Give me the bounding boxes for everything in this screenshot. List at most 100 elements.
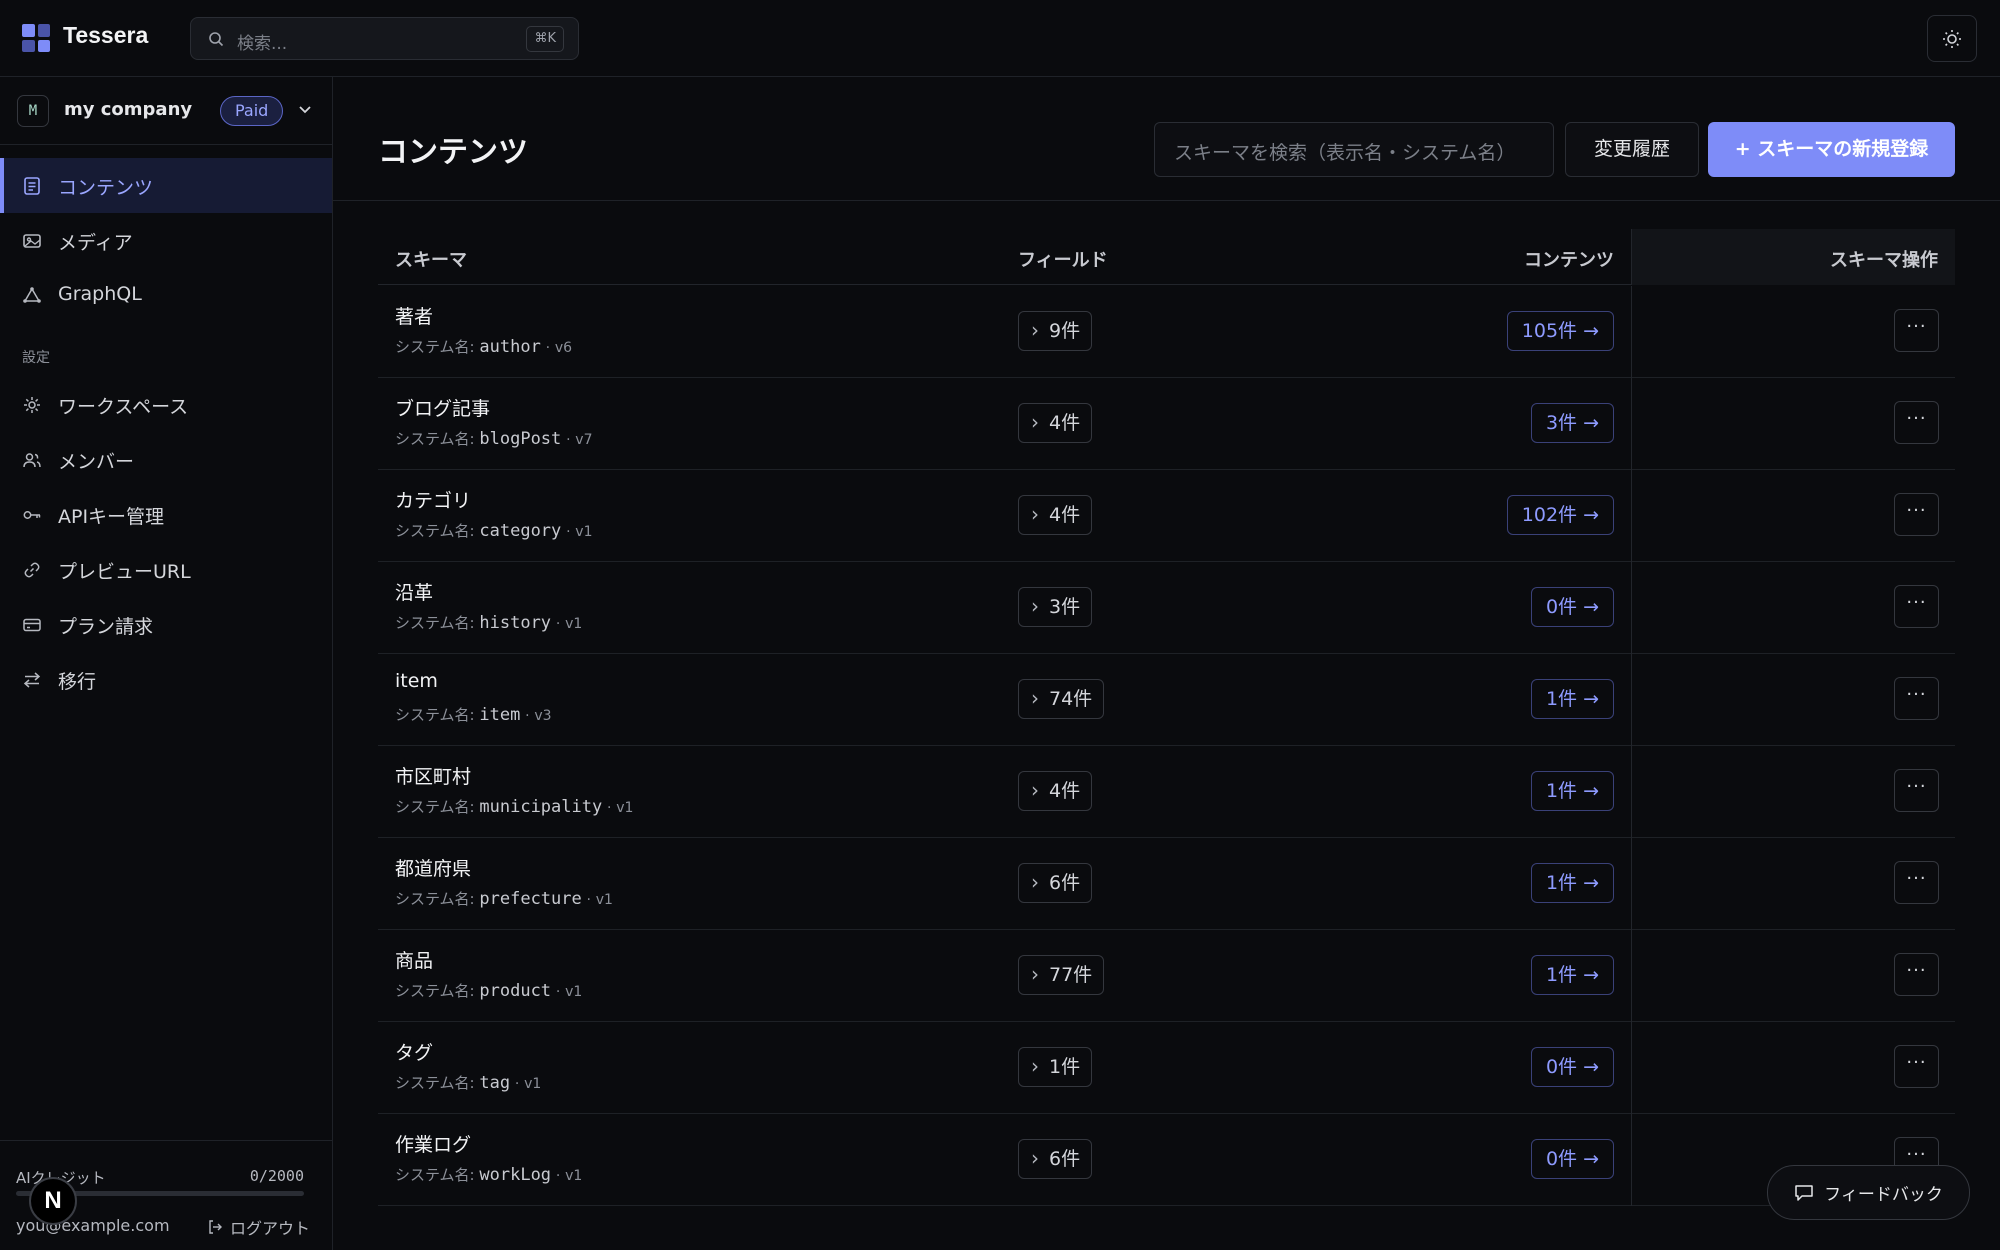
theme-toggle-button[interactable] bbox=[1927, 15, 1977, 62]
schema-version: v1 bbox=[575, 524, 593, 540]
content-count-link[interactable]: 0件 → bbox=[1530, 1047, 1614, 1087]
table-row: 商品システム名: product · v1 77件 1件 → ··· bbox=[378, 930, 1955, 1022]
version-separator: · bbox=[555, 984, 561, 1000]
content-count-link[interactable]: 3件 → bbox=[1530, 403, 1614, 443]
content-count-link[interactable]: 0件 → bbox=[1530, 1139, 1614, 1179]
schema-more-button[interactable]: ··· bbox=[1894, 493, 1939, 536]
sidebar-item-workspace[interactable]: ワークスペース bbox=[0, 377, 332, 432]
field-count-toggle[interactable]: 4件 bbox=[1018, 495, 1093, 535]
sidebar-item-migration[interactable]: 移行 bbox=[0, 652, 332, 707]
schema-system-name: システム名: tag · v1 bbox=[395, 1072, 541, 1093]
content-count-link[interactable]: 102件 → bbox=[1506, 495, 1614, 535]
field-count-toggle[interactable]: 4件 bbox=[1018, 771, 1093, 811]
schema-display-name[interactable]: 作業ログ bbox=[395, 1130, 471, 1157]
field-count-toggle[interactable]: 1件 bbox=[1018, 1047, 1093, 1087]
main-content: コンテンツ スキーマを検索（表示名・システム名） 変更履歴 + スキーマの新規登… bbox=[333, 77, 2000, 1250]
app-name[interactable]: Tessera bbox=[63, 22, 148, 49]
schema-display-name[interactable]: 都道府県 bbox=[395, 854, 471, 881]
schema-more-button[interactable]: ··· bbox=[1894, 585, 1939, 628]
ellipsis-icon: ··· bbox=[1906, 868, 1927, 889]
sidebar-item-label: コンテンツ bbox=[58, 177, 154, 199]
sidebar-item-label: メンバー bbox=[58, 451, 135, 473]
system-name-prefix: システム名: bbox=[395, 982, 475, 1000]
schema-more-button[interactable]: ··· bbox=[1894, 769, 1939, 812]
logout-button[interactable]: ログアウト bbox=[207, 1215, 310, 1239]
schema-system-name: システム名: municipality · v1 bbox=[395, 796, 633, 817]
field-count-toggle[interactable]: 4件 bbox=[1018, 403, 1093, 443]
table-row: 沿革システム名: history · v1 3件 0件 → ··· bbox=[378, 562, 1955, 654]
schema-version: v6 bbox=[554, 340, 573, 356]
field-count-toggle[interactable]: 6件 bbox=[1018, 863, 1093, 903]
schema-display-name[interactable]: item bbox=[395, 670, 438, 692]
graphql-icon bbox=[23, 287, 41, 303]
schema-system-name: システム名: product · v1 bbox=[395, 980, 582, 1001]
system-name-code: author bbox=[479, 337, 541, 357]
schema-more-button[interactable]: ··· bbox=[1894, 1045, 1939, 1088]
sidebar-item-members[interactable]: メンバー bbox=[0, 432, 332, 487]
schema-more-button[interactable]: ··· bbox=[1894, 309, 1939, 352]
sidebar-item-billing[interactable]: プラン請求 bbox=[0, 597, 332, 652]
field-count-toggle[interactable]: 3件 bbox=[1018, 587, 1093, 627]
table-row: カテゴリシステム名: category · v1 4件 102件 → ··· bbox=[378, 470, 1955, 562]
schema-version: v7 bbox=[575, 432, 593, 448]
version-separator: · bbox=[607, 800, 612, 816]
table-header: スキーマ フィールド コンテンツ スキーマ操作 bbox=[378, 229, 1955, 285]
schema-display-name[interactable]: ブログ記事 bbox=[395, 394, 490, 421]
table-row: itemシステム名: item · v374件1件 →··· bbox=[378, 654, 1955, 746]
system-name-prefix: システム名: bbox=[395, 1074, 475, 1092]
sun-icon bbox=[1943, 29, 1961, 48]
feedback-button[interactable]: フィードバック bbox=[1767, 1165, 1970, 1220]
version-separator: · bbox=[545, 340, 551, 356]
change-history-button[interactable]: 変更履歴 bbox=[1565, 122, 1699, 177]
schema-more-button[interactable]: ··· bbox=[1894, 953, 1939, 996]
schema-more-button[interactable]: ··· bbox=[1894, 401, 1939, 444]
settings-section-label: 設定 bbox=[22, 350, 50, 366]
ops-column-divider bbox=[1631, 654, 1632, 746]
field-count-toggle[interactable]: 74件 bbox=[1018, 679, 1105, 719]
content-count-link[interactable]: 105件 → bbox=[1506, 311, 1614, 351]
new-schema-button[interactable]: + スキーマの新規登録 bbox=[1708, 122, 1955, 177]
content-count-link[interactable]: 1件 → bbox=[1530, 771, 1614, 811]
schema-more-button[interactable]: ··· bbox=[1894, 677, 1939, 720]
tessera-logo-icon[interactable] bbox=[22, 24, 50, 52]
ops-column-divider bbox=[1631, 286, 1632, 378]
schema-display-name[interactable]: 市区町村 bbox=[395, 762, 471, 789]
content-count-link[interactable]: 1件 → bbox=[1530, 955, 1614, 995]
page-title: コンテンツ bbox=[378, 135, 528, 170]
field-count-toggle[interactable]: 77件 bbox=[1018, 955, 1105, 995]
sidebar-item-preview-url[interactable]: プレビューURL bbox=[0, 542, 332, 597]
global-search-input[interactable]: 検索... ⌘K bbox=[190, 17, 579, 60]
schema-display-name[interactable]: 沿革 bbox=[395, 578, 433, 605]
sidebar-item-contents[interactable]: コンテンツ bbox=[0, 158, 332, 213]
schema-display-name[interactable]: 商品 bbox=[395, 946, 433, 973]
ops-column-divider bbox=[1631, 930, 1632, 1022]
field-count-toggle[interactable]: 6件 bbox=[1018, 1139, 1093, 1179]
schema-system-name: システム名: history · v1 bbox=[395, 612, 582, 633]
schema-display-name[interactable]: タグ bbox=[395, 1038, 433, 1065]
top-bar: Tessera 検索... ⌘K bbox=[0, 0, 2000, 77]
schema-display-name[interactable]: 著者 bbox=[395, 302, 433, 329]
logout-label: ログアウト bbox=[230, 1219, 311, 1238]
sidebar-item-api-keys[interactable]: APIキー管理 bbox=[0, 487, 332, 542]
ops-column-divider bbox=[1631, 838, 1632, 930]
ellipsis-icon: ··· bbox=[1906, 776, 1927, 797]
version-separator: · bbox=[555, 1168, 561, 1184]
workspace-switcher[interactable]: M my company Paid bbox=[0, 77, 332, 145]
schema-search-placeholder: スキーマを検索（表示名・システム名） bbox=[1174, 142, 1516, 164]
sidebar-item-label: ワークスペース bbox=[58, 396, 189, 418]
content-count-link[interactable]: 1件 → bbox=[1530, 679, 1614, 719]
content-count-link[interactable]: 0件 → bbox=[1530, 587, 1614, 627]
sidebar-item-media[interactable]: メディア bbox=[0, 213, 332, 268]
schema-more-button[interactable]: ··· bbox=[1894, 861, 1939, 904]
system-name-prefix: システム名: bbox=[395, 1166, 475, 1184]
sidebar-item-graphql[interactable]: GraphQL bbox=[0, 268, 332, 323]
table-row: 市区町村システム名: municipality · v1 4件 1件 → ··· bbox=[378, 746, 1955, 838]
header-fields: フィールド bbox=[1018, 250, 1108, 271]
field-count-toggle[interactable]: 9件 bbox=[1018, 311, 1093, 351]
sidebar-item-label: 移行 bbox=[58, 671, 97, 693]
schema-search-input[interactable]: スキーマを検索（表示名・システム名） bbox=[1154, 122, 1554, 177]
content-count-link[interactable]: 1件 → bbox=[1530, 863, 1614, 903]
schema-display-name[interactable]: カテゴリ bbox=[395, 486, 471, 513]
sidebar: M my company Paid コンテンツ メディア GraphQL 設定 … bbox=[0, 77, 333, 1250]
next-dev-indicator[interactable]: N bbox=[29, 1177, 77, 1225]
